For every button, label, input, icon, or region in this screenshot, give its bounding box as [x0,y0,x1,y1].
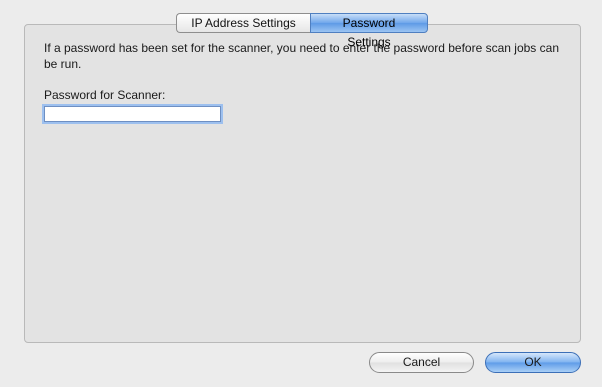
password-input[interactable] [44,106,221,122]
cancel-button[interactable]: Cancel [369,352,474,373]
description-text: If a password has been set for the scann… [44,41,559,71]
password-label: Password for Scanner: [44,88,166,102]
ok-button[interactable]: OK [485,352,581,373]
tab-bar: IP Address Settings Password Settings [176,13,428,49]
tab-ip-address-settings[interactable]: IP Address Settings [176,13,310,33]
tab-password-settings[interactable]: Password Settings [310,13,428,49]
